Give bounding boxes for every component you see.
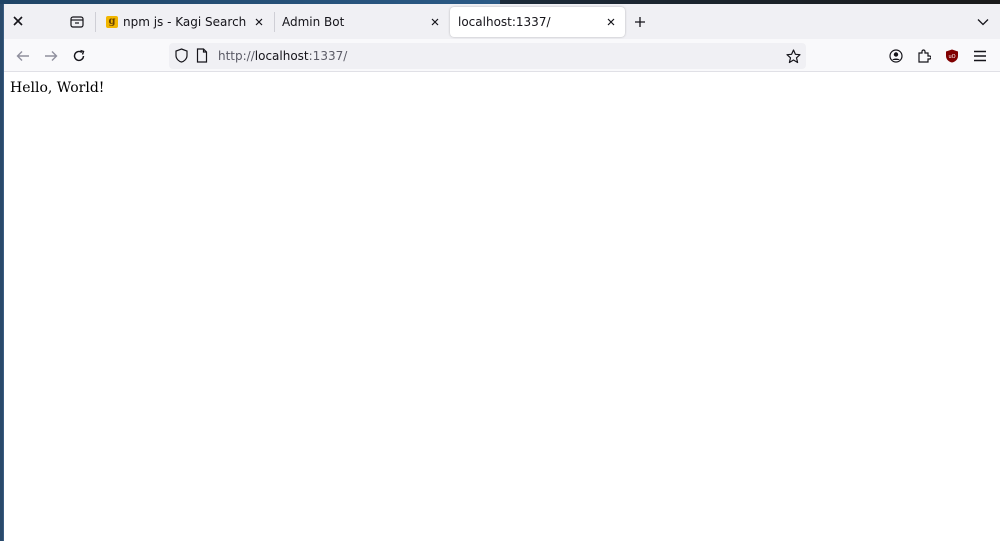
tab-admin-bot[interactable]: Admin Bot [274,7,449,37]
navigation-toolbar: http://localhost:1337/ uO [4,39,1000,72]
tab-label: Admin Bot [282,15,345,29]
svg-text:uO: uO [948,54,955,60]
page-icon[interactable] [196,48,208,67]
new-tab-icon[interactable] [631,13,649,31]
close-icon[interactable] [605,16,617,28]
url-port-path: :1337/ [308,49,348,63]
kagi-favicon-icon: g [106,16,118,28]
menu-icon[interactable] [969,45,991,67]
list-all-tabs-icon[interactable] [974,13,992,31]
url-bar[interactable]: http://localhost:1337/ [169,43,806,69]
tab-strip: g npm js - Kagi Search Admin Bot localho… [4,4,1000,40]
close-icon[interactable] [9,12,27,30]
url-host: localhost [254,49,309,63]
page-content: Hello, World! [4,72,1000,541]
tab-npm-search[interactable]: g npm js - Kagi Search [98,7,273,37]
account-icon[interactable] [885,45,907,67]
bookmark-star-icon[interactable] [784,47,802,65]
forward-icon[interactable] [40,45,62,67]
tab-list-icon[interactable] [67,12,87,32]
tab-label: npm js - Kagi Search [123,15,247,29]
page-body-text: Hello, World! [10,80,105,96]
url-scheme: http:// [218,49,255,63]
reload-icon[interactable] [68,45,90,67]
ublock-icon[interactable]: uO [941,45,963,67]
browser-window: g npm js - Kagi Search Admin Bot localho… [3,4,1000,541]
shield-icon[interactable] [175,48,188,67]
tab-label: localhost:1337/ [458,15,551,29]
back-icon[interactable] [12,45,34,67]
tab-separator [95,12,96,32]
url-text[interactable]: http://localhost:1337/ [218,48,347,64]
tab-localhost[interactable]: localhost:1337/ [450,7,625,37]
close-icon[interactable] [429,16,441,28]
close-icon[interactable] [253,16,265,28]
extensions-icon[interactable] [913,45,935,67]
